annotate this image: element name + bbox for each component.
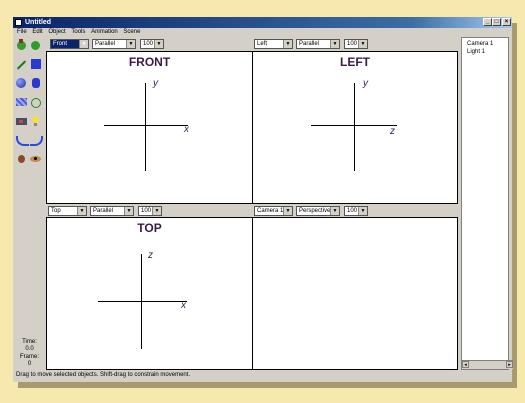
viewport-title: TOP — [137, 221, 162, 235]
chevron-down-icon: ▼ — [283, 40, 292, 48]
chevron-down-icon: ▼ — [330, 40, 339, 48]
app-window: Untitled _ □ × File Edit Object Tools An… — [13, 17, 513, 382]
scroll-right-icon[interactable]: ▸ — [506, 361, 513, 368]
app-icon — [15, 19, 22, 26]
polygon-tool-icon[interactable] — [29, 96, 42, 108]
z-axis — [141, 254, 142, 349]
menu-scene[interactable]: Scene — [123, 29, 140, 35]
menu-object[interactable]: Object — [48, 29, 65, 35]
viewport-title: LEFT — [340, 55, 370, 69]
y-axis — [354, 83, 355, 171]
y-axis-label: y — [363, 78, 368, 89]
frame-value: 0 — [27, 361, 32, 367]
camera-zoom-select[interactable]: 100 ▼ — [344, 206, 368, 216]
frame-label: Frame: — [19, 354, 39, 360]
curve-tool-icon[interactable] — [29, 134, 43, 146]
sphere-tool-icon[interactable] — [15, 77, 28, 89]
menu-tools[interactable]: Tools — [71, 29, 85, 35]
menu-file[interactable]: File — [17, 29, 27, 35]
chevron-down-icon: ▼ — [358, 207, 367, 215]
chevron-down-icon: ▼ — [152, 207, 161, 215]
chevron-down-icon: ▼ — [330, 207, 339, 215]
front-viewport[interactable]: FRONT x y — [46, 51, 253, 204]
left-projection-select[interactable]: Parallel ▼ — [296, 39, 340, 49]
top-zoom-select[interactable]: 100 ▼ — [138, 206, 162, 216]
maximize-button[interactable]: □ — [492, 18, 501, 26]
front-viewport-toolbar: Front ▼ Parallel ▼ 100 ▼ — [48, 39, 248, 51]
pan-tool-icon[interactable] — [15, 153, 28, 165]
y-axis — [145, 83, 146, 171]
move-tool-icon[interactable] — [15, 39, 28, 51]
cylinder-tool-icon[interactable] — [29, 77, 42, 89]
tool-palette — [15, 39, 45, 172]
horizontal-scrollbar[interactable]: ◂ ▸ — [462, 360, 513, 369]
chevron-down-icon: ▼ — [358, 40, 367, 48]
viewport-title: FRONT — [128, 55, 171, 69]
chevron-down-icon: ▼ — [283, 207, 292, 215]
menu-animation[interactable]: Animation — [91, 29, 118, 35]
z-axis-label: z — [390, 126, 395, 137]
chevron-down-icon: ▼ — [124, 207, 133, 215]
y-axis-label: y — [153, 78, 158, 89]
top-view-select[interactable]: Top ▼ — [48, 206, 87, 216]
close-button[interactable]: × — [502, 18, 511, 26]
left-viewport-toolbar: Left ▼ Parallel ▼ 100 ▼ — [254, 39, 454, 51]
scroll-left-icon[interactable]: ◂ — [462, 361, 469, 368]
x-axis — [98, 301, 187, 302]
front-view-select[interactable]: Front ▼ — [50, 39, 89, 49]
z-axis-label: z — [148, 250, 153, 261]
x-axis — [104, 125, 188, 126]
left-viewport[interactable]: LEFT z y — [252, 51, 458, 204]
left-view-select[interactable]: Left ▼ — [254, 39, 293, 49]
window-title: Untitled — [25, 19, 52, 26]
time-label: Time: — [22, 339, 37, 345]
status-bar: Drag to move selected objects. Shift-dra… — [16, 372, 191, 378]
spline-tool-icon[interactable] — [15, 134, 29, 146]
camera-view-select[interactable]: Camera 1 ▼ — [254, 206, 293, 216]
time-value: 0.0 — [25, 346, 34, 352]
title-bar: Untitled _ □ × — [13, 17, 512, 28]
scene-object-list: Camera 1 Light 1 ◂ ▸ — [461, 37, 513, 370]
chevron-down-icon: ▼ — [154, 40, 163, 48]
list-item[interactable]: Camera 1 — [462, 40, 508, 48]
cube-tool-icon[interactable] — [29, 58, 42, 70]
chevron-down-icon: ▼ — [77, 207, 86, 215]
left-zoom-select[interactable]: 100 ▼ — [344, 39, 368, 49]
list-item[interactable]: Light 1 — [462, 48, 508, 56]
top-projection-select[interactable]: Parallel ▼ — [90, 206, 134, 216]
camera-tool-icon[interactable] — [15, 115, 28, 127]
chevron-down-icon: ▼ — [79, 40, 88, 48]
x-axis-label: x — [184, 124, 189, 135]
x-axis-label: x — [181, 300, 186, 311]
eye-tool-icon[interactable] — [29, 153, 42, 165]
light-tool-icon[interactable] — [29, 115, 42, 127]
tube-tool-icon[interactable] — [15, 96, 28, 108]
pencil-tool-icon[interactable] — [15, 58, 28, 70]
top-viewport[interactable]: TOP x z — [46, 217, 253, 370]
camera-viewport[interactable] — [252, 217, 458, 370]
chevron-down-icon: ▼ — [126, 40, 135, 48]
front-zoom-select[interactable]: 100 ▼ — [140, 39, 164, 49]
front-projection-select[interactable]: Parallel ▼ — [92, 39, 136, 49]
menu-edit[interactable]: Edit — [32, 29, 42, 35]
rotate-tool-icon[interactable] — [29, 39, 42, 51]
camera-projection-select[interactable]: Perspective ▼ — [296, 206, 340, 216]
minimize-button[interactable]: _ — [483, 18, 492, 26]
menu-bar: File Edit Object Tools Animation Scene — [13, 28, 512, 37]
